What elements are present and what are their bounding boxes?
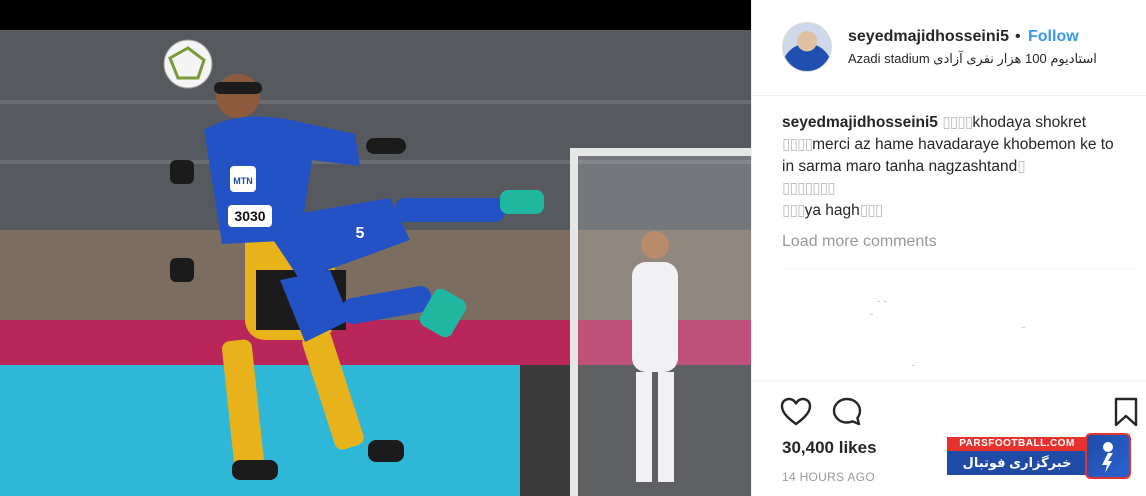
watermark-site-name: PARSFOOTBALL.COM — [947, 437, 1087, 451]
post-author-username[interactable]: seyedmajidhosseini5 — [848, 28, 1009, 46]
post-location[interactable]: Azadi stadium استادیوم 100 هزار نفری آزا… — [848, 51, 1097, 67]
faded-text-fragment — [912, 365, 915, 366]
goal-crossbar — [570, 148, 751, 156]
follow-separator: • — [1015, 28, 1021, 45]
caption-comment: seyedmajidhosseini5 ▯▯▯▯khodaya shokret … — [782, 112, 1127, 222]
goal-post — [570, 150, 578, 496]
comment-icon[interactable] — [830, 395, 864, 429]
post-timestamp[interactable]: 14 HOURS AGO — [782, 470, 875, 484]
faded-comments-area — [782, 268, 1137, 378]
faded-text-fragment — [870, 314, 873, 315]
post-header: seyedmajidhosseini5 • Follow Azadi stadi… — [752, 0, 1146, 96]
player-glove — [366, 138, 406, 154]
caption-author-username[interactable]: seyedmajidhosseini5 — [782, 114, 938, 131]
watermark-logo-icon — [1085, 433, 1131, 479]
unsupported-glyphs: ▯▯▯▯ — [942, 114, 973, 131]
unsupported-glyphs: ▯▯▯▯▯▯▯ — [782, 180, 836, 197]
post-photo-pane: 3030 MTN 5 — [0, 0, 751, 496]
jersey-sponsor: MTN — [233, 176, 253, 186]
unsupported-glyphs: ▯▯▯▯ — [782, 136, 813, 153]
caption-text-line: ya hagh — [804, 202, 860, 219]
post-side-panel: seyedmajidhosseini5 • Follow Azadi stadi… — [751, 0, 1146, 496]
faded-text-fragment — [884, 301, 887, 302]
unsupported-glyphs: ▯▯▯ — [782, 202, 806, 219]
football-action-illustration: 3030 MTN 5 — [0, 30, 751, 496]
load-more-comments-link[interactable]: Load more comments — [782, 233, 937, 251]
heart-icon[interactable] — [779, 395, 813, 429]
post-actions-section: 30,400 likes 14 HOURS AGO PARSFOOTBALL.C… — [752, 380, 1146, 496]
photo-letterbox-bar — [0, 0, 751, 30]
caption-text-line: khodaya shokret — [972, 114, 1087, 131]
unsupported-glyphs: ▯▯▯ — [859, 202, 884, 219]
football — [163, 39, 213, 89]
post-photo[interactable]: 3030 MTN 5 — [0, 30, 751, 496]
watermark-tagline: خبرگزاری فوتبال ایران — [947, 451, 1087, 494]
caption-text-line: merci az hame havadaraye khobemon ke to … — [782, 136, 1114, 175]
faded-text-fragment — [1022, 327, 1025, 328]
shorts-number: 5 — [356, 225, 365, 242]
likes-count[interactable]: 30,400 likes — [782, 438, 877, 458]
rival-glove — [170, 258, 194, 282]
bookmark-icon[interactable] — [1109, 395, 1143, 429]
stand-row — [0, 100, 751, 104]
rival-glove — [170, 160, 194, 184]
unsupported-glyphs: ▯ — [1017, 158, 1025, 175]
faded-text-fragment — [877, 301, 880, 302]
follow-button[interactable]: Follow — [1028, 28, 1079, 46]
jersey-number: 3030 — [234, 208, 265, 224]
parsfootball-watermark: PARSFOOTBALL.COM خبرگزاری فوتبال ایران — [947, 433, 1135, 494]
avatar[interactable] — [782, 22, 832, 72]
